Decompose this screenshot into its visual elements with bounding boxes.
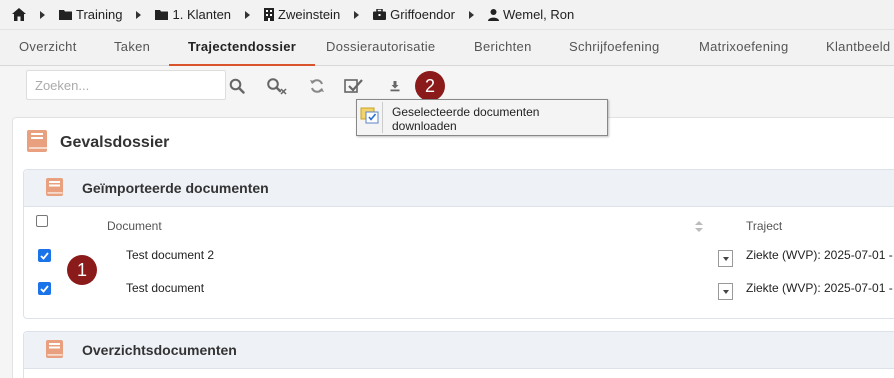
chevron-down-icon: [722, 289, 729, 294]
tab-bar: Overzicht Taken Trajectendossier Dossier…: [0, 30, 894, 66]
search-input[interactable]: [26, 70, 226, 100]
select-all-checkbox[interactable]: [36, 215, 48, 227]
download-selected-menu: Geselecteerde documenten downloaden: [356, 99, 608, 136]
breadcrumb-label: Training: [76, 7, 123, 22]
breadcrumb-label: Zweinstein: [278, 7, 341, 22]
traject-dropdown-button[interactable]: [718, 250, 733, 267]
overview-documents-section: Overzichtsdocumenten: [23, 331, 894, 378]
breadcrumb-separator-icon: [468, 10, 474, 19]
building-icon: [264, 8, 275, 21]
breadcrumb-item-klanten[interactable]: 1. Klanten: [155, 7, 231, 22]
traject-value: Ziekte (WVP): 2025-07-01 - I: [746, 281, 894, 295]
chevron-down-icon: [722, 256, 729, 261]
section-header[interactable]: Overzichtsdocumenten: [24, 332, 894, 369]
select-documents-button[interactable]: [342, 74, 366, 98]
tab-trajectendossier[interactable]: Trajectendossier: [169, 30, 316, 66]
clear-search-icon: [267, 78, 287, 95]
breadcrumb-separator-icon: [245, 10, 251, 19]
breadcrumb-label: Wemel, Ron: [502, 7, 575, 22]
home-icon: [12, 8, 26, 21]
menu-divider: [382, 102, 383, 133]
breadcrumb-label: 1. Klanten: [172, 7, 232, 22]
breadcrumb-label: Griffoendor: [390, 7, 455, 22]
column-header-document[interactable]: Document: [107, 219, 162, 233]
tab-matrixoefening[interactable]: Matrixoefening: [699, 30, 788, 66]
document-name[interactable]: Test document 2: [126, 248, 214, 262]
folder-icon: [59, 10, 72, 20]
row-checkbox[interactable]: [38, 249, 51, 262]
tab-schrijfoefening[interactable]: Schrijfoefening: [569, 30, 660, 66]
book-icon: [46, 178, 63, 196]
breadcrumb-separator-icon: [136, 10, 142, 19]
search-button[interactable]: [225, 74, 249, 98]
case-dossier-card: Gevalsdossier Geïmporteerde documenten D…: [12, 117, 894, 378]
column-header-traject[interactable]: Traject: [746, 219, 782, 233]
check-box-icon: [344, 79, 363, 93]
step-marker-1: 1: [67, 255, 97, 285]
user-icon: [487, 8, 499, 21]
refresh-button[interactable]: [305, 74, 329, 98]
search-icon: [229, 78, 245, 94]
checkmark-icon: [40, 251, 49, 260]
breadcrumb-item-training[interactable]: Training: [59, 7, 122, 22]
checkmark-icon: [40, 284, 49, 293]
tab-taken[interactable]: Taken: [114, 30, 150, 66]
download-icon: [390, 81, 400, 92]
book-icon: [46, 340, 63, 358]
tab-dossierautorisatie[interactable]: Dossierautorisatie: [326, 30, 435, 66]
download-button[interactable]: [383, 74, 407, 98]
breadcrumb-item-zweinstein[interactable]: Zweinstein: [264, 7, 340, 22]
sort-icon[interactable]: [695, 221, 703, 232]
step-marker-2: 2: [415, 71, 445, 101]
breadcrumb-item-griffoendor[interactable]: Griffoendor: [373, 7, 455, 22]
imported-documents-section: Geïmporteerde documenten Document Trajec…: [23, 169, 894, 319]
traject-value: Ziekte (WVP): 2025-07-01 - I: [746, 248, 894, 262]
document-name[interactable]: Test document: [126, 281, 204, 295]
breadcrumb-separator-icon: [354, 10, 360, 19]
download-selected-documents-item[interactable]: Geselecteerde documenten downloaden: [392, 105, 602, 133]
clear-search-button[interactable]: [265, 74, 289, 98]
card-title: Gevalsdossier: [60, 134, 170, 151]
section-header[interactable]: Geïmporteerde documenten: [24, 170, 894, 207]
home-link[interactable]: [12, 8, 26, 21]
tab-overzicht[interactable]: Overzicht: [19, 30, 77, 66]
briefcase-icon: [373, 9, 387, 20]
download-documents-icon: [360, 107, 379, 124]
traject-dropdown-button[interactable]: [718, 283, 733, 300]
tab-klantbeeld[interactable]: Klantbeeld: [826, 30, 890, 66]
breadcrumb-item-client[interactable]: Wemel, Ron: [487, 7, 575, 22]
folder-icon: [155, 10, 169, 20]
book-icon: [27, 130, 47, 152]
tab-berichten[interactable]: Berichten: [474, 30, 532, 66]
breadcrumb-separator-icon: [40, 10, 45, 19]
row-checkbox[interactable]: [38, 282, 51, 295]
breadcrumb: Training 1. Klanten Zweinstein Griffoend…: [0, 0, 894, 30]
section-title: Geïmporteerde documenten: [82, 180, 269, 196]
section-title: Overzichtsdocumenten: [82, 342, 237, 358]
refresh-icon: [310, 79, 324, 93]
